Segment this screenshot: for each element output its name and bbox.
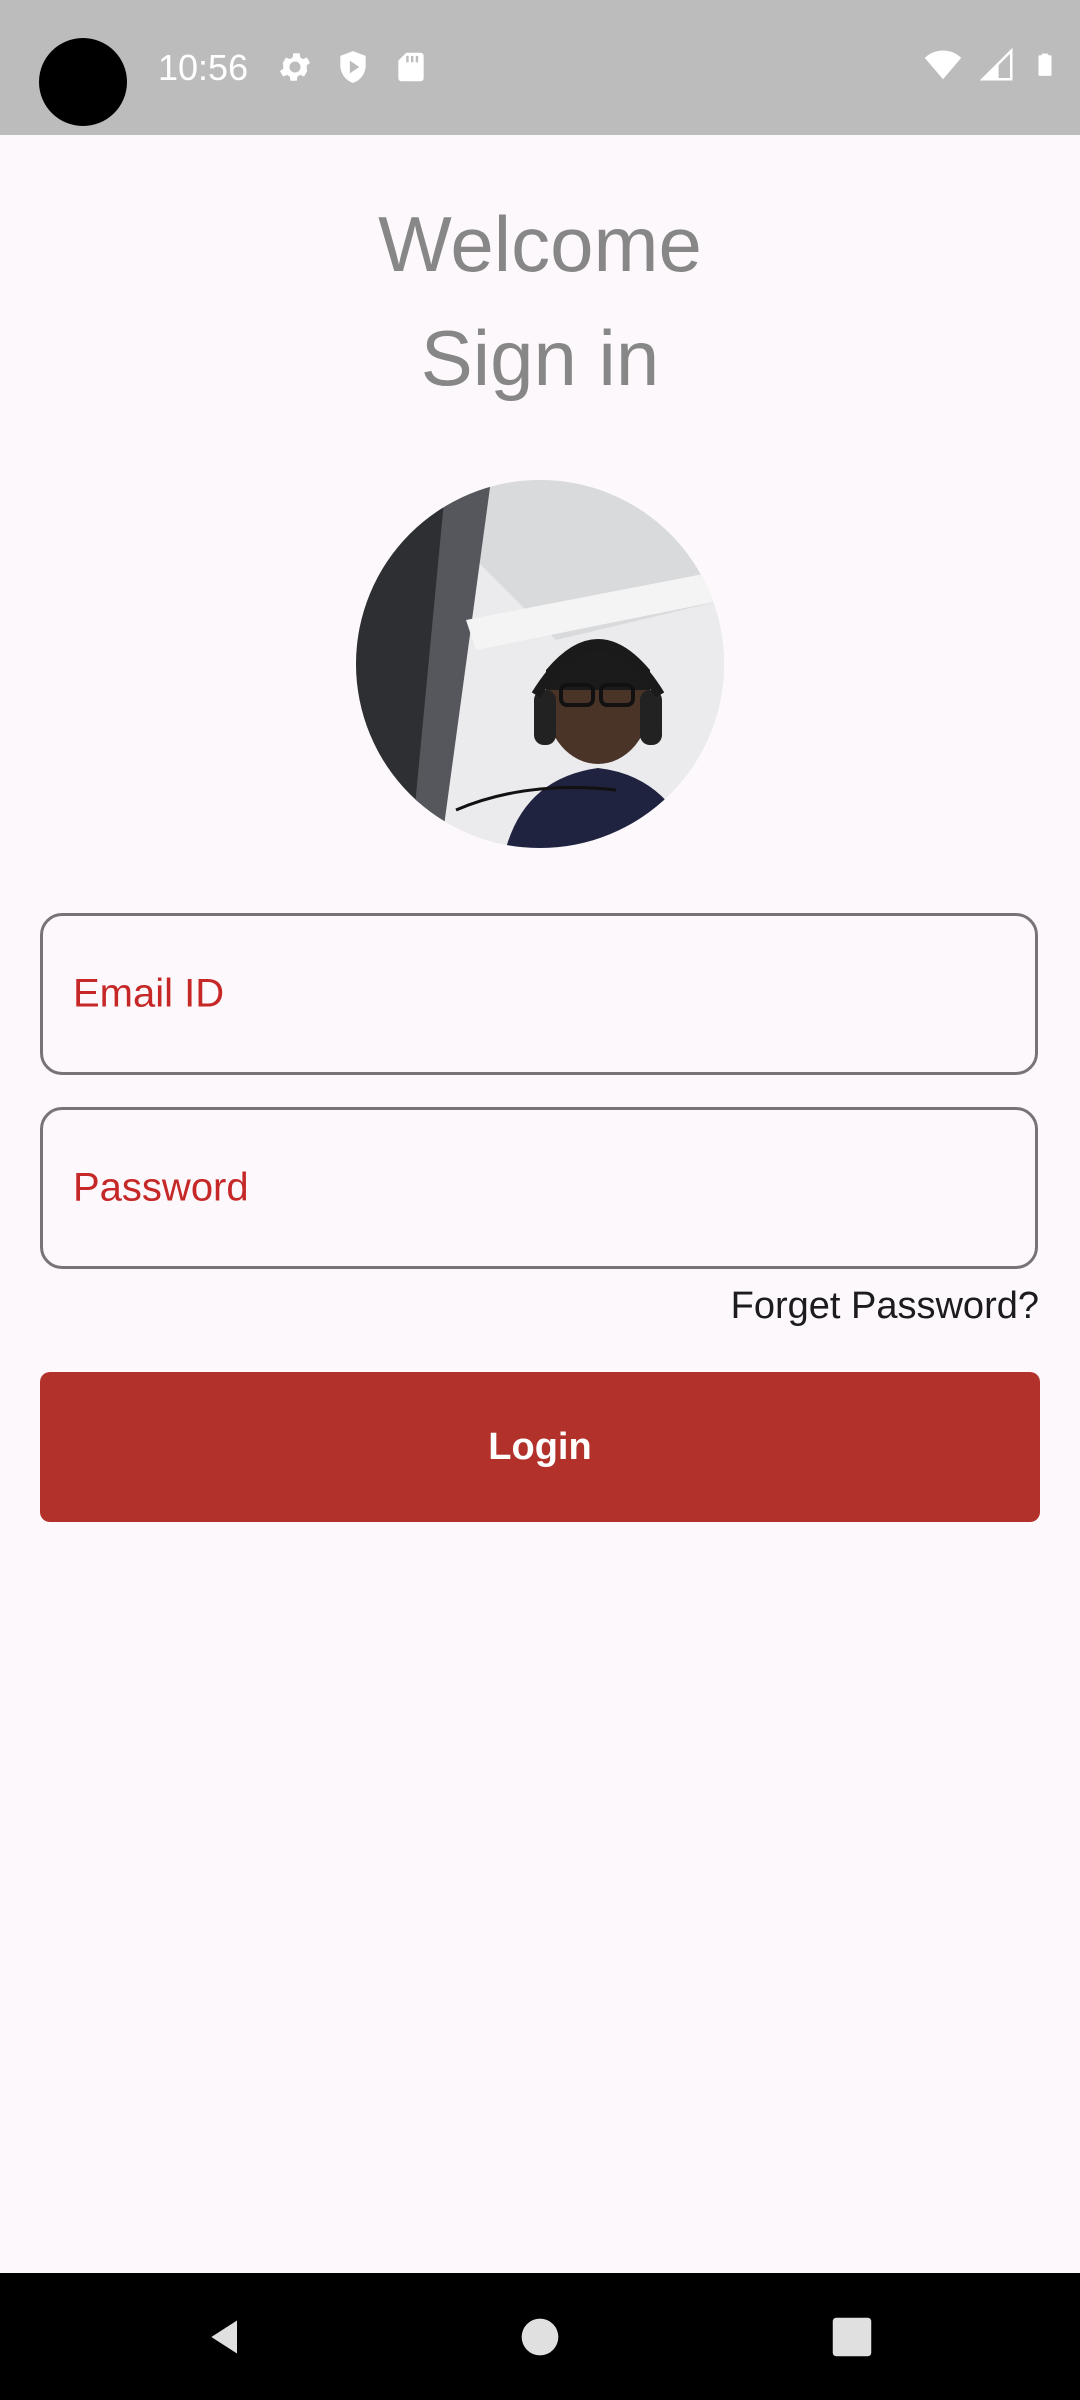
- password-input[interactable]: [43, 1110, 1035, 1266]
- gear-icon: [279, 53, 311, 81]
- home-icon: [521, 2318, 559, 2355]
- status-time: 10:56: [158, 47, 249, 88]
- profile-photo: [356, 480, 724, 848]
- back-button[interactable]: [146, 2273, 306, 2400]
- back-icon: [211, 2320, 237, 2353]
- recents-icon: [832, 2317, 872, 2356]
- email-input[interactable]: [43, 916, 1035, 1072]
- welcome-title: Welcome: [378, 200, 702, 288]
- sd-card-icon: [398, 52, 424, 82]
- status-icons-left: [276, 48, 430, 86]
- camera-cutout: [39, 38, 127, 126]
- home-button[interactable]: [460, 2273, 620, 2400]
- recents-button[interactable]: [772, 2273, 932, 2400]
- status-icons-right: [924, 46, 1058, 84]
- login-button[interactable]: Login: [40, 1372, 1040, 1522]
- battery-icon: [1038, 53, 1052, 76]
- signal-icon: [979, 47, 1013, 81]
- password-field[interactable]: Password: [40, 1107, 1038, 1269]
- sign-in-title: Sign in: [420, 314, 660, 402]
- forget-password-link[interactable]: Forget Password?: [731, 1283, 1039, 1329]
- wifi-icon: [924, 50, 962, 80]
- shield-play-icon: [340, 51, 366, 83]
- email-field[interactable]: Email ID: [40, 913, 1038, 1075]
- navigation-bar: [0, 2273, 1080, 2400]
- status-bar: 10:56: [0, 0, 1080, 135]
- avatar[interactable]: [356, 480, 724, 848]
